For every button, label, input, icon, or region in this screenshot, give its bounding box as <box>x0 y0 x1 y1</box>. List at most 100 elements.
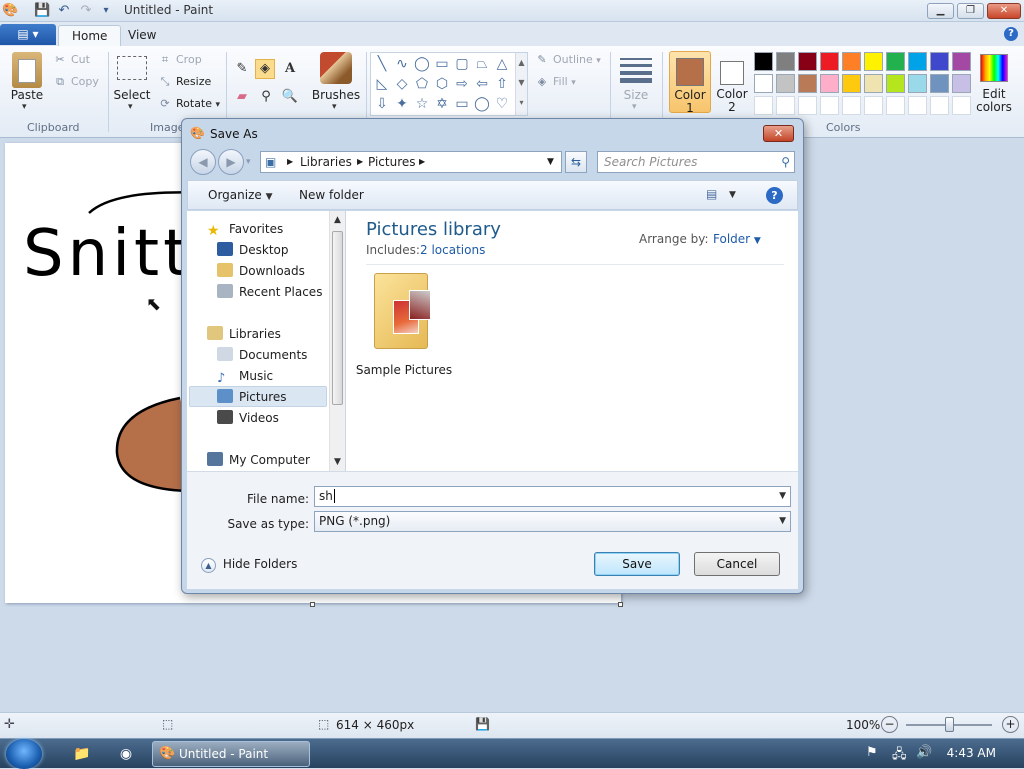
left-arrow-shape-icon[interactable]: ⇦ <box>473 75 491 93</box>
custom-color-slot[interactable] <box>798 96 817 115</box>
down-arrow-shape-icon[interactable]: ⇩ <box>373 95 391 113</box>
brushes-button[interactable]: Brushes <box>310 88 362 102</box>
edit-colors-icon[interactable] <box>980 54 1008 82</box>
file-name-dropdown-icon[interactable]: ▼ <box>779 487 786 506</box>
oval-shape-icon[interactable]: ◯ <box>413 55 431 73</box>
change-view-icon[interactable]: ▤ <box>706 187 717 201</box>
palette-color-swatch[interactable] <box>776 52 795 71</box>
folder-item[interactable]: Sample Pictures <box>354 273 452 383</box>
nav-my-computer[interactable]: My Computer <box>207 450 310 470</box>
maximize-button[interactable]: ❐ <box>957 3 984 19</box>
scroll-up-icon[interactable]: ▲ <box>334 215 341 225</box>
palette-color-swatch[interactable] <box>754 52 773 71</box>
palette-color-swatch[interactable] <box>842 52 861 71</box>
clock[interactable]: 4:43 AM <box>947 746 996 760</box>
fill-button[interactable]: ◈ Fill ▾ <box>534 73 576 91</box>
shapes-scroll[interactable]: ▲ ▼ ▾ <box>515 53 527 115</box>
crop-button[interactable]: ⌗ Crop <box>157 51 202 69</box>
volume-icon[interactable]: 🔊 <box>916 745 932 760</box>
rotate-button[interactable]: ⟳ Rotate ▾ <box>157 95 220 113</box>
palette-color-swatch[interactable] <box>908 52 927 71</box>
dialog-help-icon[interactable]: ? <box>766 187 783 204</box>
canvas-resize-handle[interactable] <box>310 602 315 607</box>
save-button[interactable]: Save <box>594 552 680 576</box>
navigation-scrollbar[interactable]: ▲ ▼ <box>329 211 345 471</box>
new-folder-button[interactable]: New folder <box>299 188 364 202</box>
select-icon[interactable] <box>117 56 147 80</box>
redo-icon[interactable]: ↷ <box>78 3 94 19</box>
custom-color-slot[interactable] <box>930 96 949 115</box>
quick-access-dropdown-icon[interactable]: ▾ <box>98 3 114 19</box>
minimize-button[interactable]: ▁ <box>927 3 954 19</box>
scroll-down-icon[interactable]: ▼ <box>334 457 341 467</box>
fill-bucket-icon[interactable]: ◈ <box>255 59 275 79</box>
nav-downloads[interactable]: Downloads <box>217 261 305 281</box>
nav-videos[interactable]: Videos <box>217 408 279 428</box>
paste-button[interactable]: Paste <box>10 88 44 102</box>
color2-button[interactable]: Color 2 <box>713 51 751 114</box>
save-type-select[interactable]: PNG (*.png) ▼ <box>314 511 791 532</box>
pentagon-shape-icon[interactable]: ⬠ <box>413 75 431 93</box>
back-button[interactable]: ◀ <box>190 149 216 175</box>
rounded-rect-shape-icon[interactable]: ▢ <box>453 55 471 73</box>
select-button[interactable]: Select <box>112 88 152 102</box>
palette-color-swatch[interactable] <box>820 52 839 71</box>
custom-color-slot[interactable] <box>776 96 795 115</box>
six-point-star-shape-icon[interactable]: ✡ <box>433 95 451 113</box>
eraser-icon[interactable]: ▰ <box>232 87 252 107</box>
canvas-resize-handle[interactable] <box>618 602 623 607</box>
save-quick-icon[interactable]: 💾 <box>34 3 50 19</box>
palette-color-swatch[interactable] <box>798 52 817 71</box>
right-triangle-shape-icon[interactable]: ◺ <box>373 75 391 93</box>
recent-locations-dropdown-icon[interactable]: ▾ <box>246 157 251 167</box>
resize-button[interactable]: ⤡ Resize <box>157 73 212 91</box>
nav-music[interactable]: ♪ Music <box>217 366 273 386</box>
copy-button[interactable]: ⧉ Copy <box>52 73 99 91</box>
palette-color-swatch[interactable] <box>776 74 795 93</box>
magnifier-icon[interactable]: 🔍 <box>280 87 300 107</box>
includes-locations-link[interactable]: 2 locations <box>420 243 485 257</box>
color1-button[interactable]: Color 1 <box>669 51 711 115</box>
line-shape-icon[interactable]: ╲ <box>373 55 391 73</box>
file-menu-button[interactable]: ▤ ▾ <box>0 24 56 45</box>
zoom-in-button[interactable]: + <box>1002 716 1019 733</box>
help-icon[interactable]: ? <box>1004 27 1018 41</box>
size-icon[interactable] <box>620 56 652 83</box>
palette-color-swatch[interactable] <box>930 74 949 93</box>
custom-color-slot[interactable] <box>952 96 971 115</box>
dialog-close-button[interactable]: ✕ <box>763 125 794 142</box>
five-point-star-shape-icon[interactable]: ☆ <box>413 95 431 113</box>
nav-pictures[interactable]: Pictures <box>217 387 287 407</box>
hide-folders-button[interactable]: ▲ Hide Folders <box>201 557 297 573</box>
palette-color-swatch[interactable] <box>952 74 971 93</box>
palette-color-swatch[interactable] <box>842 74 861 93</box>
breadcrumb-libraries[interactable]: Libraries <box>300 152 352 172</box>
paint-app-icon[interactable]: 🎨 <box>2 3 18 19</box>
file-name-input[interactable]: sh ▼ <box>314 486 791 507</box>
network-icon[interactable]: 🖧 <box>892 745 907 767</box>
undo-icon[interactable]: ↶ <box>56 3 72 19</box>
palette-color-swatch[interactable] <box>886 52 905 71</box>
palette-color-swatch[interactable] <box>952 52 971 71</box>
search-icon[interactable]: ⚲ <box>781 152 790 172</box>
organize-button[interactable]: Organize ▼ <box>208 188 273 202</box>
paste-dropdown-icon[interactable]: ▾ <box>22 102 27 112</box>
breadcrumb-pictures[interactable]: Pictures <box>368 152 416 172</box>
heart-shape-icon[interactable]: ♡ <box>493 95 511 113</box>
four-point-star-shape-icon[interactable]: ✦ <box>393 95 411 113</box>
scrollbar-thumb[interactable] <box>332 231 343 405</box>
up-arrow-shape-icon[interactable]: ⇧ <box>493 75 511 93</box>
nav-favorites[interactable]: ★ Favorites <box>207 219 283 239</box>
view-dropdown-icon[interactable]: ▼ <box>729 190 736 200</box>
tab-home[interactable]: Home <box>58 25 122 46</box>
search-input[interactable]: Search Pictures ⚲ <box>597 151 795 173</box>
nav-libraries[interactable]: Libraries <box>207 324 281 344</box>
custom-color-slot[interactable] <box>842 96 861 115</box>
callout-oval-shape-icon[interactable]: ◯ <box>473 95 491 113</box>
custom-color-slot[interactable] <box>754 96 773 115</box>
rectangle-shape-icon[interactable]: ▭ <box>433 55 451 73</box>
save-type-dropdown-icon[interactable]: ▼ <box>779 512 786 531</box>
zoom-slider-thumb[interactable] <box>945 717 954 732</box>
chrome-taskbar-icon[interactable]: ◉ <box>106 742 146 766</box>
palette-color-swatch[interactable] <box>754 74 773 93</box>
